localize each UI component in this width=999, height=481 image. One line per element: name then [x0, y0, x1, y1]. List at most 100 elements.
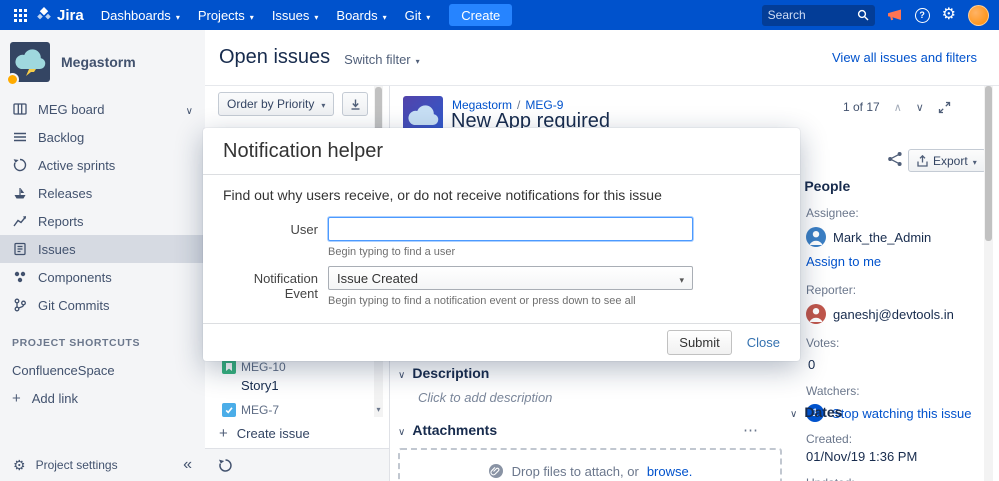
chevron-down-icon: [426, 8, 430, 23]
nav-item-issues[interactable]: Issues: [263, 0, 328, 30]
reporter-row[interactable]: ganeshj@devtools.in: [806, 304, 982, 324]
create-button[interactable]: Create: [449, 4, 513, 26]
shortcut-label: ConfluenceSpace: [12, 362, 115, 378]
sidebar-item-label: Components: [38, 269, 112, 285]
switch-filter-label: Switch filter: [344, 52, 411, 67]
add-link-button[interactable]: Add link: [0, 385, 205, 411]
chevron-down-icon: [176, 8, 180, 23]
sidebar-item-backlog[interactable]: Backlog: [0, 123, 205, 151]
reporter-label: Reporter:: [806, 283, 857, 297]
chevron-down-icon: [398, 365, 405, 381]
close-button[interactable]: Close: [747, 335, 780, 350]
chevron-down-icon: [416, 52, 420, 67]
arrow-down-icon: [351, 99, 360, 110]
create-issue-label: Create issue: [236, 425, 310, 441]
reports-chart-icon: [12, 214, 27, 229]
jira-logo[interactable]: Jira: [32, 7, 92, 24]
order-by-button[interactable]: Order by Priority: [218, 92, 335, 116]
task-type-icon: [222, 403, 236, 417]
nav-item-boards[interactable]: Boards: [327, 0, 395, 30]
created-value: 01/Nov/19 1:36 PM: [806, 449, 918, 464]
project-avatar[interactable]: [6, 42, 50, 86]
navbar-right: [761, 4, 991, 26]
attachments-section-header[interactable]: Attachments: [398, 421, 782, 439]
share-button[interactable]: [887, 151, 903, 167]
user-field-hint: Begin typing to find a user: [328, 246, 456, 258]
sidebar-item-label: Issues: [38, 241, 76, 257]
next-issue-button[interactable]: [916, 101, 924, 114]
user-form-row: User Begin typing to find a user: [223, 217, 780, 258]
attachments-dropzone[interactable]: Drop files to attach, or browse.: [398, 448, 782, 481]
sidebar-item-meg-board[interactable]: MEG board: [0, 95, 205, 123]
notification-helper-dialog: Notification helper Find out why users r…: [203, 128, 800, 361]
settings-gear-icon[interactable]: [942, 7, 956, 23]
project-shortcuts-header: PROJECT SHORTCUTS: [12, 337, 141, 349]
dialog-footer: Submit Close: [203, 323, 800, 361]
list-footer: [205, 448, 389, 481]
notification-event-label: Notification Event: [253, 271, 318, 301]
project-settings-label[interactable]: Project settings: [36, 458, 118, 472]
description-section: Description Click to add description: [398, 365, 782, 405]
attachments-more-menu[interactable]: [743, 421, 782, 439]
nav-item-dashboards[interactable]: Dashboards: [92, 0, 189, 30]
refresh-button[interactable]: [218, 458, 233, 473]
nav-item-git[interactable]: Git: [396, 0, 440, 30]
app-grid-icon: [13, 8, 27, 22]
dialog-title: Notification helper: [223, 139, 384, 162]
description-placeholder[interactable]: Click to add description: [418, 390, 782, 405]
search-input[interactable]: [767, 8, 857, 22]
sort-direction-button[interactable]: [342, 92, 369, 116]
sidebar-nav: MEG board Backlog Active sprints Release…: [0, 95, 205, 319]
backlog-icon: [12, 130, 27, 145]
chevron-down-icon: [383, 8, 387, 23]
chevron-down-icon: [186, 102, 193, 117]
browse-files-link[interactable]: browse.: [647, 464, 693, 479]
collapse-sidebar-button[interactable]: [183, 456, 192, 474]
nav-item-projects[interactable]: Projects: [189, 0, 263, 30]
notification-event-value: Issue Created: [337, 270, 418, 286]
switch-filter-button[interactable]: Switch filter: [344, 52, 419, 67]
sidebar-item-confluencespace[interactable]: ConfluenceSpace: [0, 358, 205, 382]
previous-issue-button[interactable]: [894, 101, 902, 114]
sidebar-item-issues[interactable]: Issues: [0, 235, 205, 263]
story-type-icon: [222, 360, 236, 374]
submit-button[interactable]: Submit: [667, 330, 732, 355]
sidebar-item-git-commits[interactable]: Git Commits: [0, 291, 205, 319]
votes-count[interactable]: 0: [808, 357, 982, 372]
nav-item-label: Issues: [271, 7, 310, 23]
votes-label: Votes:: [806, 336, 840, 350]
board-icon: [12, 102, 27, 117]
page-scrollbar[interactable]: [984, 86, 993, 481]
people-section-header[interactable]: People: [790, 178, 982, 194]
app-switcher-button[interactable]: [8, 0, 32, 30]
plus-icon: [219, 426, 228, 441]
sidebar-item-reports[interactable]: Reports: [0, 207, 205, 235]
description-section-header[interactable]: Description: [398, 365, 782, 381]
sidebar-item-releases[interactable]: Releases: [0, 179, 205, 207]
dialog-body: Find out why users receive, or do not re…: [203, 175, 800, 307]
notification-event-select[interactable]: Issue Created: [328, 266, 693, 290]
export-icon: [917, 154, 928, 167]
assignee-avatar: [806, 227, 826, 247]
brand-name: Jira: [57, 6, 84, 24]
select-caret-icon: [679, 271, 684, 286]
sidebar-item-components[interactable]: Components: [0, 263, 205, 291]
feedback-megaphone-icon[interactable]: [887, 8, 903, 22]
updated-label: Updated:: [806, 476, 982, 481]
user-avatar[interactable]: [968, 4, 989, 26]
expand-detail-button[interactable]: [938, 101, 951, 114]
create-issue-button[interactable]: Create issue: [205, 420, 371, 446]
scrollbar-down-arrow[interactable]: [374, 399, 383, 417]
sidebar-item-active-sprints[interactable]: Active sprints: [0, 151, 205, 179]
help-icon[interactable]: [914, 7, 930, 23]
issue-summary: Story1: [241, 378, 279, 393]
scrollbar-thumb[interactable]: [985, 86, 992, 241]
issue-list-item-meg-10[interactable]: MEG-10 Story1: [205, 356, 373, 399]
export-button[interactable]: Export: [908, 149, 986, 172]
view-all-issues-link[interactable]: View all issues and filters: [832, 50, 977, 65]
assign-to-me-link[interactable]: Assign to me: [806, 254, 881, 269]
pager-position: 1 of 17: [843, 100, 880, 114]
assignee-row[interactable]: Mark_the_Admin: [806, 227, 982, 247]
user-input[interactable]: [328, 217, 693, 241]
dates-section-header[interactable]: Dates: [790, 404, 982, 420]
